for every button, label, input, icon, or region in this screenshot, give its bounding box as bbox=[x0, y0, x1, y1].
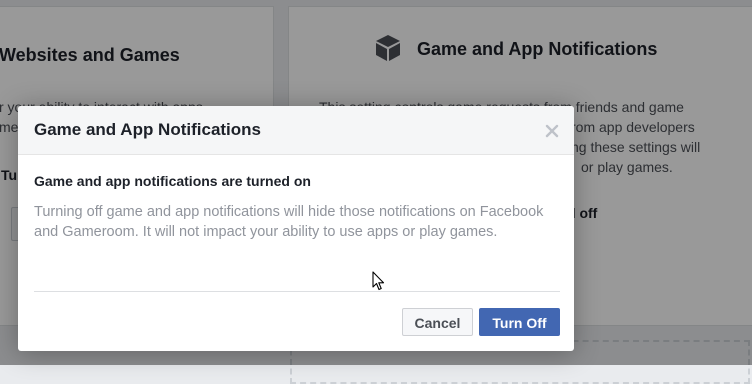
close-button[interactable] bbox=[543, 122, 561, 140]
turn-off-button[interactable]: Turn Off bbox=[479, 308, 560, 336]
cancel-button[interactable]: Cancel bbox=[402, 308, 473, 336]
dialog-body-text: Turning off game and app notifications w… bbox=[34, 204, 544, 240]
notifications-dialog: Game and App Notifications Game and app … bbox=[18, 106, 574, 351]
mouse-cursor-icon bbox=[372, 271, 385, 291]
dialog-header: Game and App Notifications bbox=[18, 106, 574, 155]
dialog-heading: Game and app notifications are turned on bbox=[34, 173, 311, 189]
divider bbox=[34, 291, 560, 292]
dialog-title: Game and App Notifications bbox=[34, 120, 262, 139]
close-icon bbox=[545, 124, 559, 138]
